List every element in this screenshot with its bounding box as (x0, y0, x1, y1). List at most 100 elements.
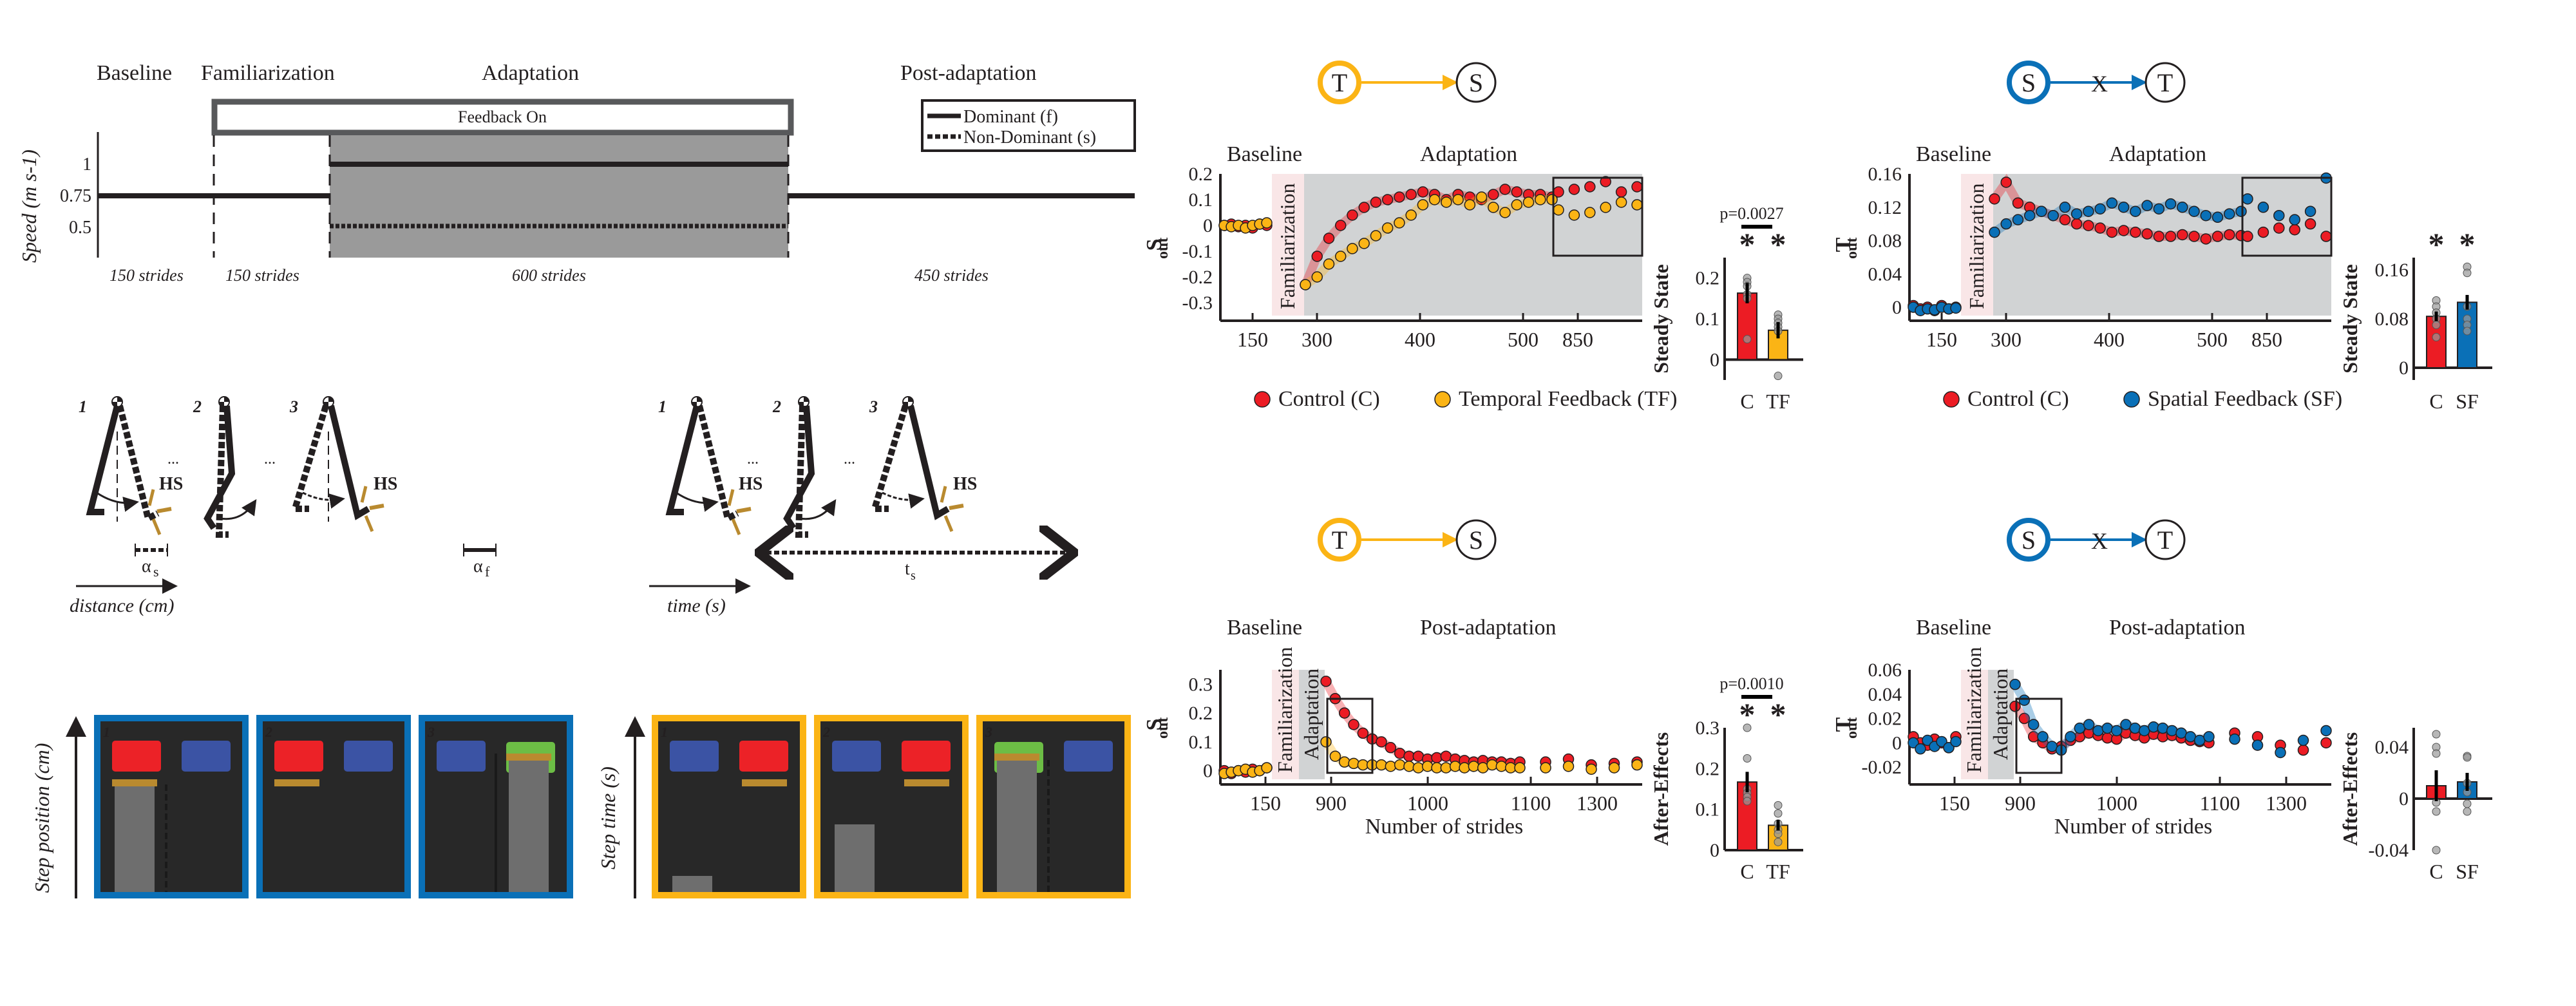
y-tick-label: 0.1 (1189, 732, 1213, 753)
y-tick-label: 0.02 (1868, 708, 1902, 730)
subject-point (2463, 799, 2472, 808)
subject-point (2463, 269, 2472, 278)
data-point (2059, 202, 2071, 213)
legend-control-marker (1943, 391, 1960, 408)
subject-point (2463, 753, 2472, 762)
screens-temporal-ylabel: Step time (s) (596, 766, 620, 869)
ytick-075: 0.75 (60, 186, 91, 206)
y-tick-label: 0.3 (1189, 674, 1213, 695)
data-point (1440, 750, 1452, 762)
data-point (2012, 197, 2024, 209)
bar-y-tick-label: 0.2 (1696, 758, 1720, 779)
data-point (2289, 223, 2300, 236)
data-point (2251, 739, 2264, 751)
bar-y-tick-label: 0.3 (1696, 717, 1720, 739)
familiarization-label: Familiarization (1962, 647, 1985, 773)
data-point (1449, 761, 1461, 772)
data-point (2092, 725, 2104, 737)
data-point (2164, 231, 2177, 242)
legend-dominant-label: Dominant (f) (963, 107, 1058, 127)
ellipsis: ... (167, 451, 179, 468)
data-point (1464, 199, 1476, 211)
node-label: T (2157, 68, 2173, 97)
data-point (2106, 226, 2118, 238)
data-point (2242, 231, 2253, 242)
x-tick-label: 400 (1405, 328, 1435, 351)
ellipsis: ... (264, 451, 276, 468)
data-point (1499, 207, 1511, 218)
bar-category-label: TF (1766, 860, 1790, 883)
data-point (2177, 229, 2188, 241)
x-tick-label: 850 (2251, 328, 2282, 351)
subject-point (2463, 327, 2472, 336)
y-tick-label: 0.12 (1868, 197, 1902, 218)
frame-number: 1 (658, 397, 667, 416)
data-point (2009, 678, 2021, 690)
data-point (2148, 721, 2159, 733)
subject-point (2463, 807, 2472, 816)
target-blue (670, 741, 719, 772)
data-point (2275, 746, 2286, 759)
ts-subscript: s (911, 569, 916, 583)
data-point (1615, 196, 1627, 208)
x-tick-label: 1100 (2200, 792, 2240, 815)
phase-label-baseline: Baseline (1916, 616, 1991, 640)
data-point (2257, 202, 2269, 213)
bar-y-tick-label: 0.1 (1696, 799, 1720, 821)
data-point (2177, 202, 2188, 213)
protocol-panel: Baseline Familiarization Adaptation Post… (17, 61, 1136, 285)
hs-label: HS (953, 474, 977, 494)
target-blue (344, 741, 393, 772)
bar-y-axis-label: After-Effects (1649, 732, 1672, 846)
heel-strike-marker (742, 779, 787, 786)
subject-point (1774, 830, 1783, 839)
hip-marker-quadrant (224, 397, 229, 402)
screen-frame-number: 1 (103, 724, 110, 740)
chart-st-adaptation: S X T Baseline Adaptation Familiarization 0.16… (1832, 61, 2492, 413)
data-point (1394, 217, 1405, 229)
data-point (1370, 230, 1382, 242)
heel-strike-mark (151, 518, 162, 535)
data-point (1535, 194, 1546, 205)
chart-ts-post: T S Baseline Post-adaptation Familiarization… (1142, 518, 1803, 883)
data-point (1347, 243, 1358, 254)
progress-bar (115, 784, 155, 892)
frame-number: 3 (289, 397, 298, 416)
data-point (2070, 208, 2083, 220)
screen-frame-number: 3 (427, 724, 435, 740)
adaptation-label: Adaptation (1989, 669, 2012, 760)
data-point (2094, 203, 2106, 215)
bar-y-tick-label: -0.04 (2369, 840, 2409, 861)
x-tick-label: 150 (1939, 792, 1970, 815)
significance-star-icon: * (1739, 696, 1756, 732)
data-point (1381, 194, 1394, 205)
data-point (2129, 722, 2141, 734)
legend-control-label: Control (C) (1967, 387, 2069, 411)
data-point (1950, 302, 1962, 314)
figure-canvas: Baseline Familiarization Adaptation Post… (17, 61, 2492, 898)
hip-marker-quadrant (697, 397, 702, 402)
data-point (1320, 676, 1332, 687)
data-point (2229, 733, 2240, 745)
swing-arrow-icon (302, 491, 345, 509)
data-point (1323, 233, 1335, 244)
leg-nondominant (870, 404, 909, 512)
data-point (2153, 203, 2165, 215)
phase-label-baseline: Baseline (1227, 616, 1302, 640)
distance-axis-label: distance (cm) (70, 595, 174, 616)
legend-feedback-label: Temporal Feedback (TF) (1459, 387, 1677, 411)
subject-point (1743, 797, 1752, 806)
data-point (2320, 737, 2332, 749)
data-point (1452, 194, 1464, 205)
y-tick-label: -0.3 (1182, 292, 1213, 314)
time-axis-label: time (s) (667, 595, 726, 616)
data-point (1514, 762, 1526, 773)
x-tick-label: 1000 (2096, 792, 2137, 815)
data-point (1562, 761, 1575, 772)
data-point (1376, 759, 1387, 771)
hip-marker-quadrant (908, 397, 913, 402)
bar-y-tick-label: 0.08 (2375, 308, 2409, 330)
data-point (2320, 725, 2332, 737)
significance-star-icon: * (1770, 226, 1786, 262)
x-tick-label: 150 (1250, 792, 1281, 815)
